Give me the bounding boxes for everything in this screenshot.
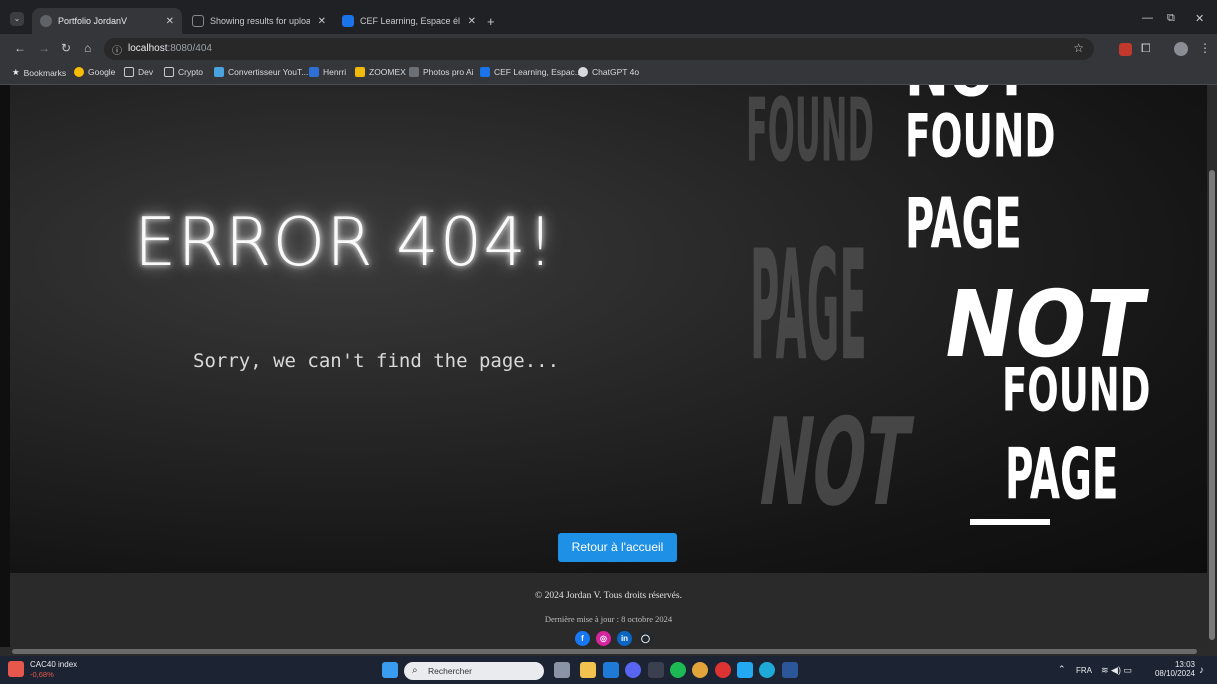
github-icon[interactable]: ◯ bbox=[638, 631, 653, 646]
search-icon: ⌕ bbox=[412, 665, 418, 676]
outlook-icon[interactable] bbox=[603, 662, 619, 678]
notification-bell-icon[interactable]: ♪ bbox=[1199, 665, 1204, 676]
stock-change: -0,68% bbox=[30, 670, 54, 679]
tab-cef-learning[interactable]: CEF Learning, Espace élève du ( ✕ bbox=[334, 8, 484, 34]
edge-icon[interactable] bbox=[759, 662, 775, 678]
tab-strip bbox=[0, 0, 1217, 34]
art-bottom-fragment bbox=[970, 519, 1050, 525]
bookmark-photos-pro[interactable]: Photos pro Ai bbox=[409, 67, 474, 77]
art-found-gray: FOUND bbox=[746, 85, 874, 182]
tab-search-button[interactable]: ⌄ bbox=[10, 12, 24, 26]
henrri-icon bbox=[309, 67, 319, 77]
extension-icon[interactable] bbox=[1119, 43, 1132, 56]
art-page-gray: PAGE bbox=[750, 217, 867, 395]
error-message: Sorry, we can't find the page... bbox=[193, 350, 560, 372]
bookmark-google[interactable]: Google bbox=[74, 67, 115, 77]
art-page-bottom: PAGE bbox=[1005, 433, 1119, 516]
clock[interactable]: 13:03 08/10/2024 bbox=[1150, 660, 1195, 678]
taskbar-search-placeholder: Rechercher bbox=[428, 666, 472, 676]
extensions-puzzle-icon[interactable]: ⧠ bbox=[1141, 41, 1151, 56]
back-icon[interactable]: ← bbox=[14, 41, 26, 55]
footer-copyright: © 2024 Jordan V. Tous droits réservés. bbox=[535, 591, 682, 601]
art-page-top: PAGE bbox=[905, 183, 1022, 265]
bookmark-crypto[interactable]: Crypto bbox=[164, 67, 203, 77]
address-path: :8080/404 bbox=[167, 43, 212, 54]
convert-icon bbox=[214, 67, 224, 77]
bookmark-dev[interactable]: Dev bbox=[124, 67, 153, 77]
stock-name: CAC40 index bbox=[30, 660, 78, 669]
stock-chart-icon bbox=[8, 661, 24, 677]
cef-favicon-icon bbox=[342, 15, 354, 27]
cef-icon bbox=[480, 67, 490, 77]
folder-icon bbox=[124, 67, 134, 77]
close-tab-icon[interactable]: ✕ bbox=[462, 16, 476, 27]
clock-date: 08/10/2024 bbox=[1154, 669, 1195, 678]
bookmark-bookmarks[interactable]: ★ Bookmarks bbox=[12, 67, 66, 78]
art-found-top: FOUND bbox=[905, 101, 1056, 171]
spotify-icon[interactable] bbox=[670, 662, 686, 678]
bookmark-convertisseur[interactable]: Convertisseur YouT... bbox=[214, 67, 308, 77]
file-explorer-icon[interactable] bbox=[580, 662, 596, 678]
word-icon[interactable] bbox=[782, 662, 798, 678]
bookmark-cef-learning[interactable]: CEF Learning, Espac... bbox=[480, 67, 582, 77]
menu-kebab-icon[interactable]: ⋮ bbox=[1199, 41, 1211, 55]
windows-start-icon[interactable] bbox=[382, 662, 398, 678]
language-indicator[interactable]: FRA bbox=[1076, 666, 1092, 675]
bookmark-star-icon[interactable]: ☆ bbox=[1073, 41, 1084, 55]
stock-widget[interactable]: CAC40 index -0,68% bbox=[8, 659, 98, 681]
bookmark-chatgpt[interactable]: ChatGPT 4o bbox=[578, 67, 639, 77]
chatgpt-icon bbox=[578, 67, 588, 77]
folder-icon bbox=[164, 67, 174, 77]
error-title: ERROR 404! bbox=[134, 203, 555, 281]
error-hero: ERROR 404! Sorry, we can't find the page… bbox=[10, 85, 1207, 573]
profile-avatar[interactable] bbox=[1174, 42, 1188, 56]
art-found-bottom: FOUND bbox=[1002, 355, 1151, 425]
page-viewport: ERROR 404! Sorry, we can't find the page… bbox=[0, 85, 1217, 656]
tray-chevron-icon[interactable]: ⌃ bbox=[1058, 664, 1066, 675]
vertical-scroll-thumb[interactable] bbox=[1209, 170, 1215, 640]
tab-portfolio[interactable]: Portfolio JordanV ✕ bbox=[32, 8, 182, 34]
close-window-icon[interactable]: ✕ bbox=[1195, 12, 1204, 25]
site-footer: © 2024 Jordan V. Tous droits réservés. D… bbox=[10, 573, 1207, 656]
address-bar[interactable]: ⓘ localhost:8080/404 ☆ bbox=[104, 38, 1094, 60]
photo-icon bbox=[409, 67, 419, 77]
chrome-icon[interactable] bbox=[692, 662, 708, 678]
instagram-icon[interactable]: ◎ bbox=[596, 631, 611, 646]
address-host: localhost bbox=[128, 43, 168, 54]
zoomex-icon bbox=[355, 67, 365, 77]
vscode-icon[interactable] bbox=[737, 662, 753, 678]
forward-icon[interactable]: → bbox=[38, 41, 50, 55]
clock-time: 13:03 bbox=[1174, 660, 1195, 669]
site-info-icon[interactable]: ⓘ bbox=[112, 42, 122, 57]
bookmark-henrri[interactable]: Henrri bbox=[309, 67, 346, 77]
restore-icon[interactable]: ⧉ bbox=[1167, 12, 1175, 25]
google-icon bbox=[74, 67, 84, 77]
calculator-icon[interactable] bbox=[648, 662, 664, 678]
network-volume-battery-icon[interactable]: ≋ ◀) ▭ bbox=[1101, 665, 1132, 676]
tab-label: Portfolio JordanV bbox=[58, 16, 128, 26]
linkedin-icon[interactable]: in bbox=[617, 631, 632, 646]
minimize-icon[interactable]: — bbox=[1142, 12, 1153, 24]
new-tab-button[interactable]: + bbox=[487, 14, 495, 29]
home-button[interactable]: Retour à l'accueil bbox=[558, 533, 677, 562]
reload-icon[interactable]: ↻ bbox=[61, 41, 71, 55]
art-not-gray: NOT bbox=[750, 393, 919, 534]
discord-icon[interactable] bbox=[625, 662, 641, 678]
portfolio-favicon-icon bbox=[40, 15, 52, 27]
results-favicon-icon bbox=[192, 15, 204, 27]
facebook-icon[interactable]: f bbox=[575, 631, 590, 646]
tab-label: CEF Learning, Espace élève du ( bbox=[360, 16, 460, 26]
tab-search-results[interactable]: Showing results for uploaded fi ✕ bbox=[184, 8, 334, 34]
close-tab-icon[interactable]: ✕ bbox=[312, 16, 326, 27]
star-icon: ★ bbox=[12, 67, 20, 77]
taskbar-search[interactable]: ⌕ Rechercher bbox=[404, 662, 544, 680]
close-tab-icon[interactable]: ✕ bbox=[160, 16, 174, 27]
task-view-icon[interactable] bbox=[554, 662, 570, 678]
tab-label: Showing results for uploaded fi bbox=[210, 16, 310, 26]
home-icon[interactable]: ⌂ bbox=[84, 41, 91, 55]
footer-last-updated: Dernière mise à jour : 8 octobre 2024 bbox=[544, 614, 673, 624]
bookmark-zoomex[interactable]: ZOOMEX bbox=[355, 67, 406, 77]
horizontal-scroll-thumb[interactable] bbox=[12, 649, 1197, 654]
recorder-icon[interactable] bbox=[715, 662, 731, 678]
